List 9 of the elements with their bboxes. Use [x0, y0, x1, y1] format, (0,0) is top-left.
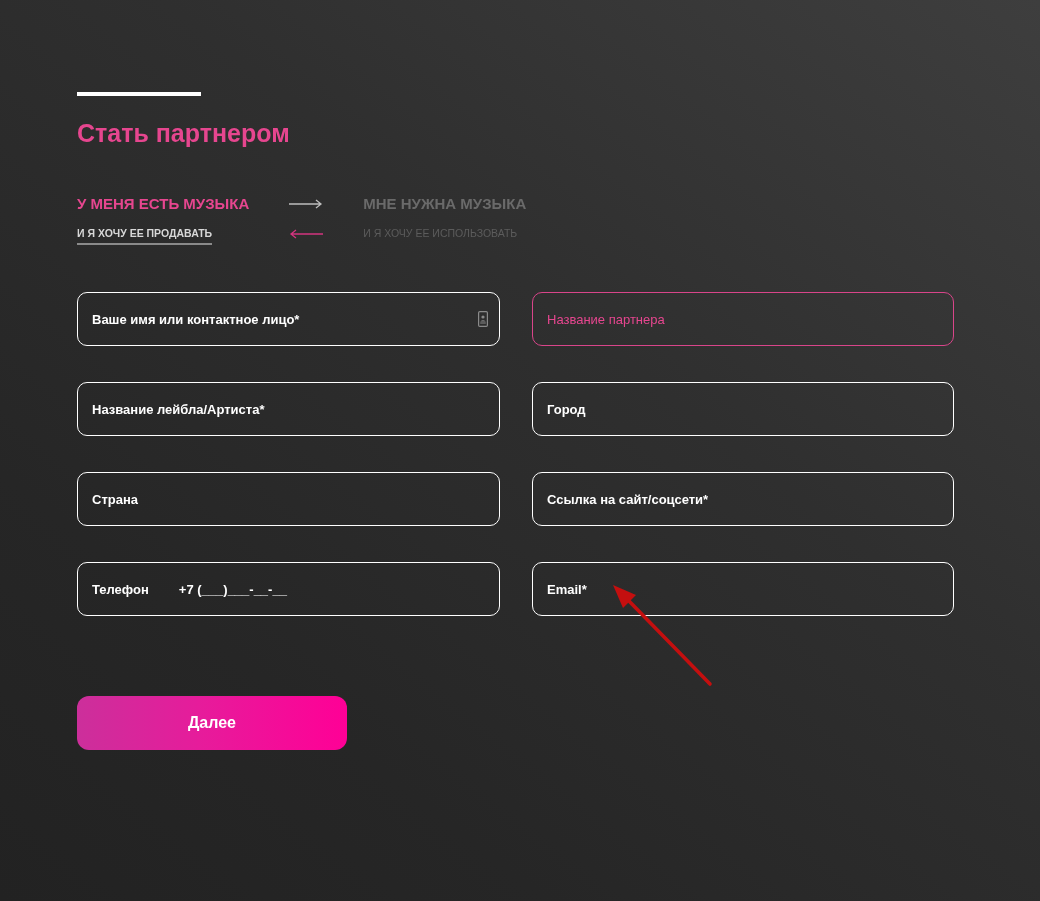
page-title: Стать партнером [77, 118, 290, 148]
phone-field[interactable]: Телефон +7 (___)___-__-__ [77, 562, 500, 616]
tab[interactable]: У МЕНЯ ЕСТЬ МУЗЫКА И Я ХОЧУ ЕЕ ПРОДАВАТЬ [77, 195, 250, 245]
right-arrow-icon [289, 199, 324, 209]
text-field[interactable]: Название партнера [532, 292, 954, 346]
next-button[interactable]: Далее [77, 696, 347, 750]
field-label: Телефон [92, 581, 149, 597]
phone-input[interactable]: +7 (___)___-__-__ [178, 581, 459, 597]
left-arrow-icon [289, 229, 324, 239]
